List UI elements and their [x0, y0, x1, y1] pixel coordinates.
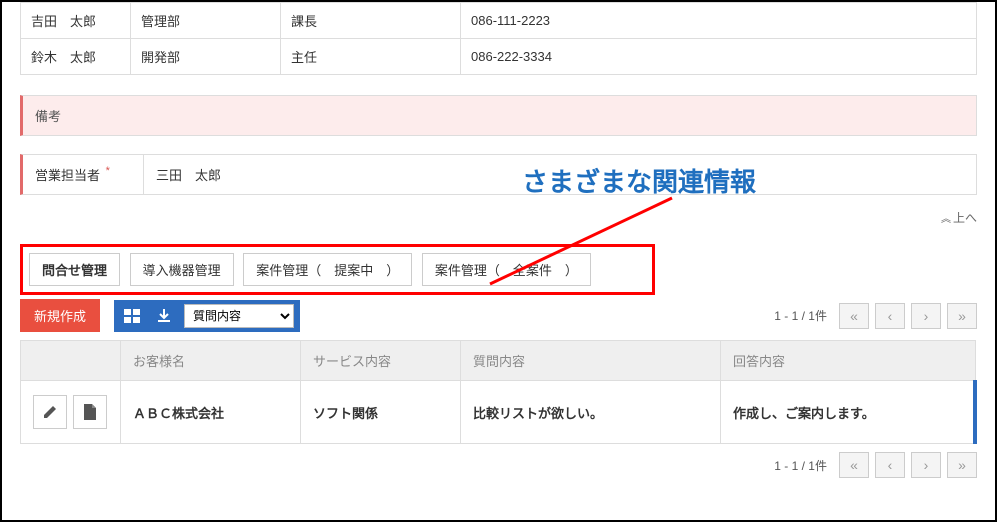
pager-next-button[interactable]: › — [911, 303, 941, 329]
tab-equipment-mgmt[interactable]: 導入機器管理 — [130, 253, 234, 286]
pager-range: 1 - 1 / 1件 — [774, 457, 827, 474]
results-table: お客様名 サービス内容 質問内容 回答内容 ＡＢＣ株式会社 — [20, 340, 977, 444]
pager-prev-button[interactable]: ‹ — [875, 452, 905, 478]
pager-last-button[interactable]: » — [947, 452, 977, 478]
required-mark: * — [106, 165, 110, 177]
grid-view-icon[interactable] — [120, 305, 144, 327]
table-row: ＡＢＣ株式会社 ソフト関係 比較リストが欲しい。 作成し、ご案内します。 — [21, 381, 976, 444]
contact-phone: 086-111-2223 — [461, 3, 977, 39]
results-header-row: お客様名 サービス内容 質問内容 回答内容 — [21, 341, 976, 381]
pager-top: 1 - 1 / 1件 « ‹ › » — [774, 303, 977, 329]
header-customer: お客様名 — [121, 341, 301, 381]
contact-name: 吉田 太郎 — [21, 3, 131, 39]
header-actions — [21, 341, 121, 381]
cell-question: 比較リストが欲しい。 — [461, 381, 721, 444]
sales-rep-row: 営業担当者 * 三田 太郎 — [20, 154, 977, 195]
pager-last-button[interactable]: » — [947, 303, 977, 329]
header-question: 質問内容 — [461, 341, 721, 381]
header-service: サービス内容 — [301, 341, 461, 381]
sales-rep-value: 三田 太郎 — [143, 155, 976, 194]
cell-answer: 作成し、ご案内します。 — [721, 381, 976, 444]
header-answer: 回答内容 — [721, 341, 976, 381]
pager-next-button[interactable]: › — [911, 452, 941, 478]
sales-rep-label: 営業担当者 * — [23, 155, 143, 194]
pager-first-button[interactable]: « — [839, 303, 869, 329]
notes-section: 備考 — [20, 95, 977, 136]
detail-button[interactable] — [73, 395, 107, 429]
contacts-table: 吉田 太郎 管理部 課長 086-111-2223 鈴木 太郎 開発部 主任 0… — [20, 2, 977, 75]
cell-customer: ＡＢＣ株式会社 — [121, 381, 301, 444]
related-tabs: 問合せ管理 導入機器管理 案件管理（ 提案中 ） 案件管理（ 全案件 ） — [20, 244, 655, 295]
pager-range: 1 - 1 / 1件 — [774, 307, 827, 324]
table-row: 吉田 太郎 管理部 課長 086-111-2223 — [21, 3, 977, 39]
download-icon[interactable] — [152, 305, 176, 327]
contact-name: 鈴木 太郎 — [21, 39, 131, 75]
tab-case-proposing[interactable]: 案件管理（ 提案中 ） — [243, 253, 412, 286]
view-controls: 質問内容 — [114, 300, 300, 332]
new-button[interactable]: 新規作成 — [20, 299, 100, 332]
list-toolbar: 新規作成 質問内容 1 - 1 / 1件 « ‹ › » — [20, 299, 977, 332]
contact-title: 課長 — [281, 3, 461, 39]
to-top-link[interactable]: ︽上へ — [20, 209, 977, 226]
tab-inquiry-mgmt[interactable]: 問合せ管理 — [29, 253, 120, 286]
pencil-icon — [42, 404, 58, 420]
pager-prev-button[interactable]: ‹ — [875, 303, 905, 329]
cell-service: ソフト関係 — [301, 381, 461, 444]
contact-title: 主任 — [281, 39, 461, 75]
contact-dept: 管理部 — [131, 3, 281, 39]
table-row: 鈴木 太郎 開発部 主任 086-222-3334 — [21, 39, 977, 75]
contact-dept: 開発部 — [131, 39, 281, 75]
edit-button[interactable] — [33, 395, 67, 429]
pager-bottom: 1 - 1 / 1件 « ‹ › » — [774, 452, 977, 478]
pager-first-button[interactable]: « — [839, 452, 869, 478]
notes-label: 備考 — [35, 109, 61, 124]
contact-phone: 086-222-3334 — [461, 39, 977, 75]
search-field-select[interactable]: 質問内容 — [184, 304, 294, 328]
chevron-up-icon: ︽ — [941, 214, 951, 225]
file-icon — [83, 404, 97, 420]
tab-case-all[interactable]: 案件管理（ 全案件 ） — [422, 253, 591, 286]
row-actions-cell — [21, 381, 121, 444]
